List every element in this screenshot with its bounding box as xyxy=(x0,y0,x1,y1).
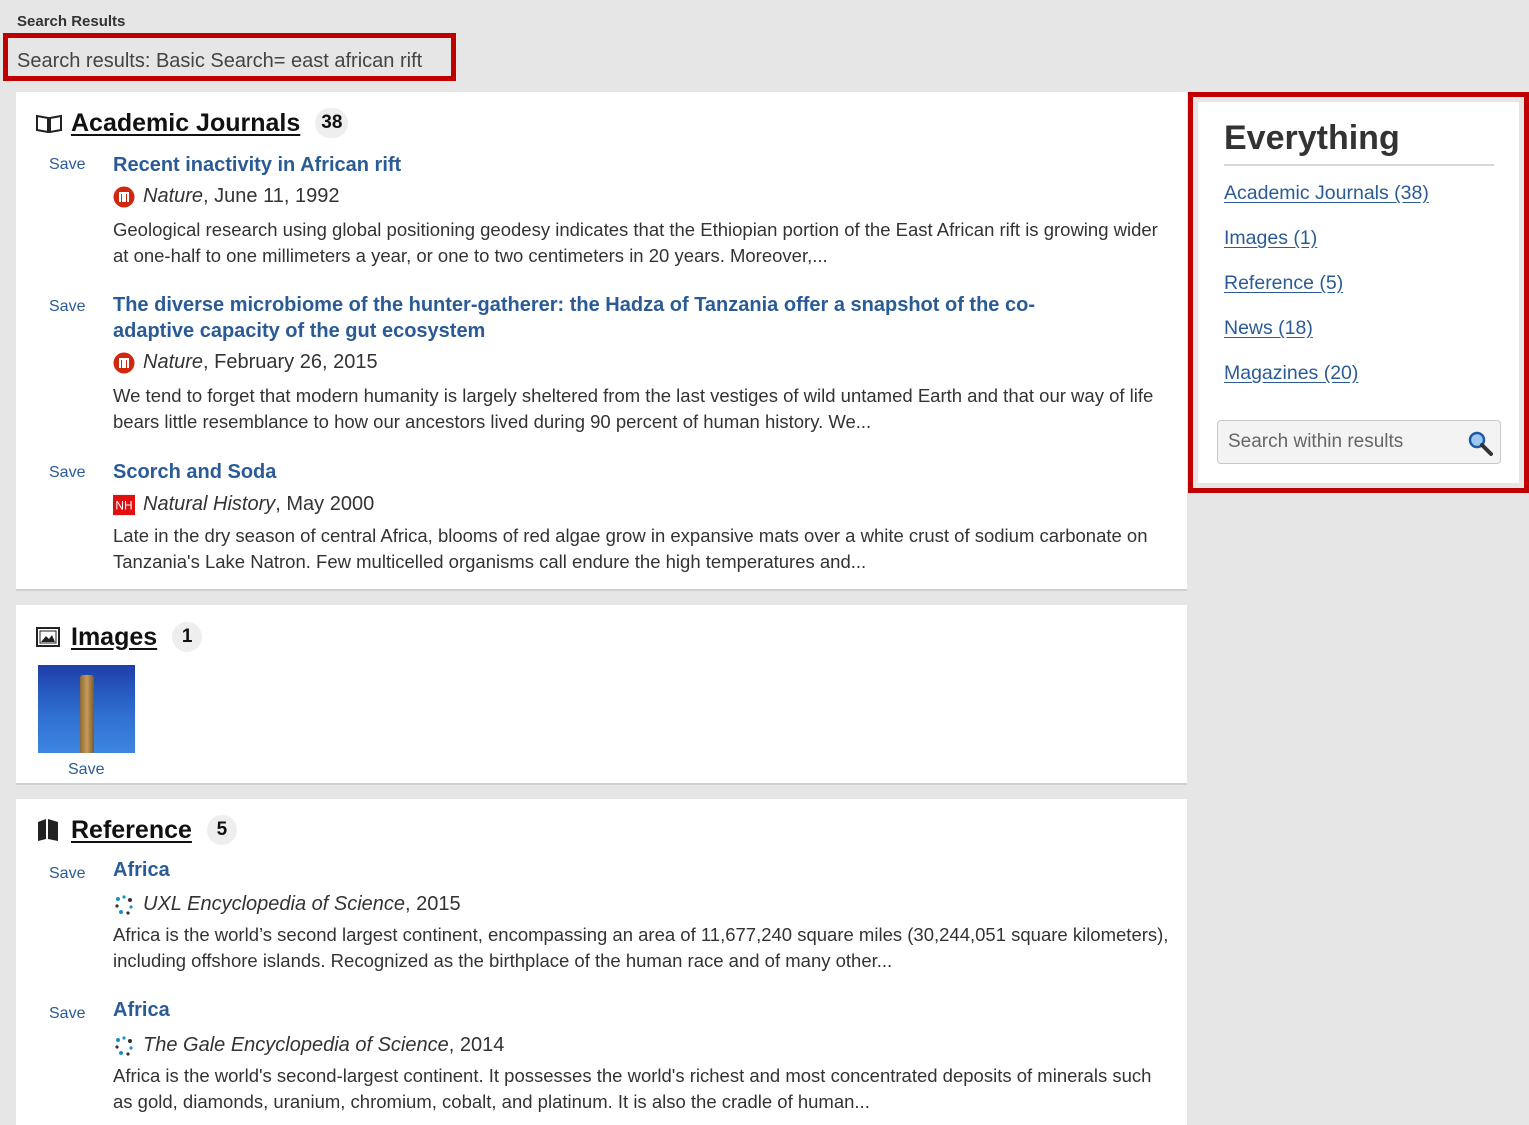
result-title-link[interactable]: Scorch and Soda xyxy=(113,459,1113,485)
publication-name: The Gale Encyclopedia of Science xyxy=(143,1034,449,1056)
academic-journals-title-link[interactable]: Academic Journals xyxy=(71,109,300,138)
publication-date: , June 11, 1992 xyxy=(203,185,340,207)
search-within-results-input[interactable] xyxy=(1228,431,1458,453)
everything-sidebar: Everything Academic Journals (38) Images… xyxy=(1188,92,1529,493)
result-source: Nature , June 11, 1992 xyxy=(113,185,339,208)
result-snippet: Late in the dry season of central Africa… xyxy=(113,525,1148,572)
natural-history-logo-icon: NH xyxy=(113,494,135,516)
publication-date: , May 2000 xyxy=(275,493,375,515)
save-button[interactable]: Save xyxy=(49,865,85,883)
result-snippet: We tend to forget that modern humanity i… xyxy=(113,385,1154,432)
image-thumbnail[interactable] xyxy=(38,665,135,753)
save-button[interactable]: Save xyxy=(49,156,85,174)
stone-pillar-image xyxy=(80,675,94,753)
images-count-badge: 1 xyxy=(172,622,203,652)
publication-date: , 2015 xyxy=(405,893,461,915)
reference-count-badge: 5 xyxy=(206,815,237,845)
sidebar-link-magazines[interactable]: Magazines (20) xyxy=(1224,362,1358,385)
result-source: The Gale Encyclopedia of Science , 2014 xyxy=(113,1034,504,1057)
images-title-link[interactable]: Images xyxy=(71,623,157,652)
publication-name: Natural History xyxy=(143,493,276,515)
magnifier-icon[interactable] xyxy=(1466,429,1494,457)
result-source: NH Natural History , May 2000 xyxy=(113,493,374,516)
result-title-link[interactable]: Africa xyxy=(113,997,1113,1023)
publication-date: , 2014 xyxy=(448,1034,505,1056)
save-button[interactable]: Save xyxy=(49,298,85,316)
sidebar-link-reference[interactable]: Reference (5) xyxy=(1224,272,1343,295)
images-panel: Images 1 Save xyxy=(16,605,1187,785)
svg-text:NH: NH xyxy=(115,498,132,512)
academic-journals-count-badge: 38 xyxy=(315,108,349,138)
page-header-label: Search Results xyxy=(17,13,126,30)
search-within-results-box xyxy=(1217,420,1501,464)
save-button[interactable]: Save xyxy=(49,1005,85,1023)
result-title-link[interactable]: Recent inactivity in African rift xyxy=(113,152,1113,178)
academic-journals-panel: Academic Journals 38 Save Recent inactiv… xyxy=(16,92,1187,591)
sidebar-panel: Everything Academic Journals (38) Images… xyxy=(1198,102,1519,483)
result-snippet: Geological research using global positio… xyxy=(113,219,1158,266)
save-button[interactable]: Save xyxy=(49,464,85,482)
reference-header: Reference 5 xyxy=(36,815,237,845)
result-source: Nature , February 26, 2015 xyxy=(113,351,378,374)
search-query-summary: Search results: Basic Search= east afric… xyxy=(3,33,456,81)
sidebar-link-news[interactable]: News (18) xyxy=(1224,317,1313,340)
save-button[interactable]: Save xyxy=(68,761,104,779)
publication-name: Nature xyxy=(143,185,204,207)
gale-reference-icon xyxy=(113,1035,135,1057)
publication-date: , February 26, 2015 xyxy=(203,351,378,373)
result-title-link[interactable]: Africa xyxy=(113,857,1113,883)
nature-logo-icon xyxy=(113,352,135,374)
sidebar-link-academic-journals[interactable]: Academic Journals (38) xyxy=(1224,182,1429,205)
reference-title-link[interactable]: Reference xyxy=(71,816,192,845)
academic-journals-header: Academic Journals 38 xyxy=(36,108,349,138)
closed-book-icon xyxy=(36,818,62,842)
sidebar-title: Everything xyxy=(1224,119,1400,157)
open-book-icon xyxy=(36,111,62,135)
reference-panel: Reference 5 Save Africa UXL Encyclopedia… xyxy=(16,799,1187,1125)
images-header: Images 1 xyxy=(36,622,203,652)
publication-name: UXL Encyclopedia of Science xyxy=(143,893,406,915)
search-query-text: Search results: Basic Search= east afric… xyxy=(17,50,423,72)
sidebar-link-images[interactable]: Images (1) xyxy=(1224,227,1317,250)
result-snippet: Africa is the world's second-largest con… xyxy=(113,1065,1152,1112)
sidebar-divider xyxy=(1224,164,1494,166)
result-snippet: Africa is the world’s second largest con… xyxy=(113,924,1169,971)
nature-logo-icon xyxy=(113,186,135,208)
result-source: UXL Encyclopedia of Science , 2015 xyxy=(113,893,461,916)
picture-icon xyxy=(36,625,62,649)
result-title-link[interactable]: The diverse microbiome of the hunter-gat… xyxy=(113,292,1113,344)
gale-reference-icon xyxy=(113,894,135,916)
publication-name: Nature xyxy=(143,351,204,373)
